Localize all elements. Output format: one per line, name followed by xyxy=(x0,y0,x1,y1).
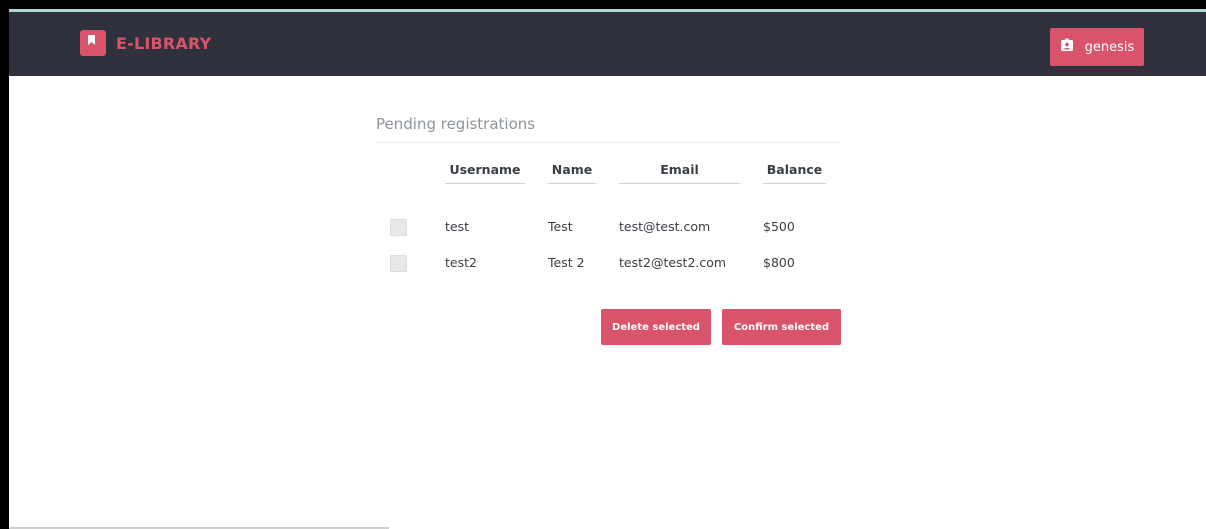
confirm-selected-button[interactable]: Confirm selected xyxy=(722,309,841,345)
cell-email: test2@test2.com xyxy=(619,255,727,270)
brand-name: E-LIBRARY xyxy=(116,33,212,53)
user-menu-button[interactable]: genesis xyxy=(1050,28,1144,66)
cell-name: Test xyxy=(548,219,573,234)
app-window: E-LIBRARY genesis Pending registrations … xyxy=(9,9,1206,529)
row-checkbox[interactable] xyxy=(390,219,407,236)
cell-username: test2 xyxy=(445,255,477,270)
bookmark-icon xyxy=(80,30,106,56)
navbar: E-LIBRARY genesis xyxy=(9,12,1206,76)
column-header-email: Email xyxy=(619,162,740,184)
user-name: genesis xyxy=(1084,39,1135,55)
section-title: Pending registrations xyxy=(376,115,840,143)
user-badge-icon xyxy=(1060,38,1074,56)
cell-username: test xyxy=(445,219,470,234)
column-header-name: Name xyxy=(548,162,596,184)
cell-name: Test 2 xyxy=(548,255,585,270)
cell-balance: $800 xyxy=(763,255,795,270)
cell-balance: $500 xyxy=(763,219,795,234)
cell-email: test@test.com xyxy=(619,219,711,234)
column-header-balance: Balance xyxy=(763,162,826,184)
brand[interactable]: E-LIBRARY xyxy=(80,30,211,56)
row-checkbox[interactable] xyxy=(390,255,407,272)
pending-registrations-section: Pending registrations xyxy=(376,115,840,143)
column-header-username: Username xyxy=(445,162,525,184)
delete-selected-button[interactable]: Delete selected xyxy=(601,309,711,345)
